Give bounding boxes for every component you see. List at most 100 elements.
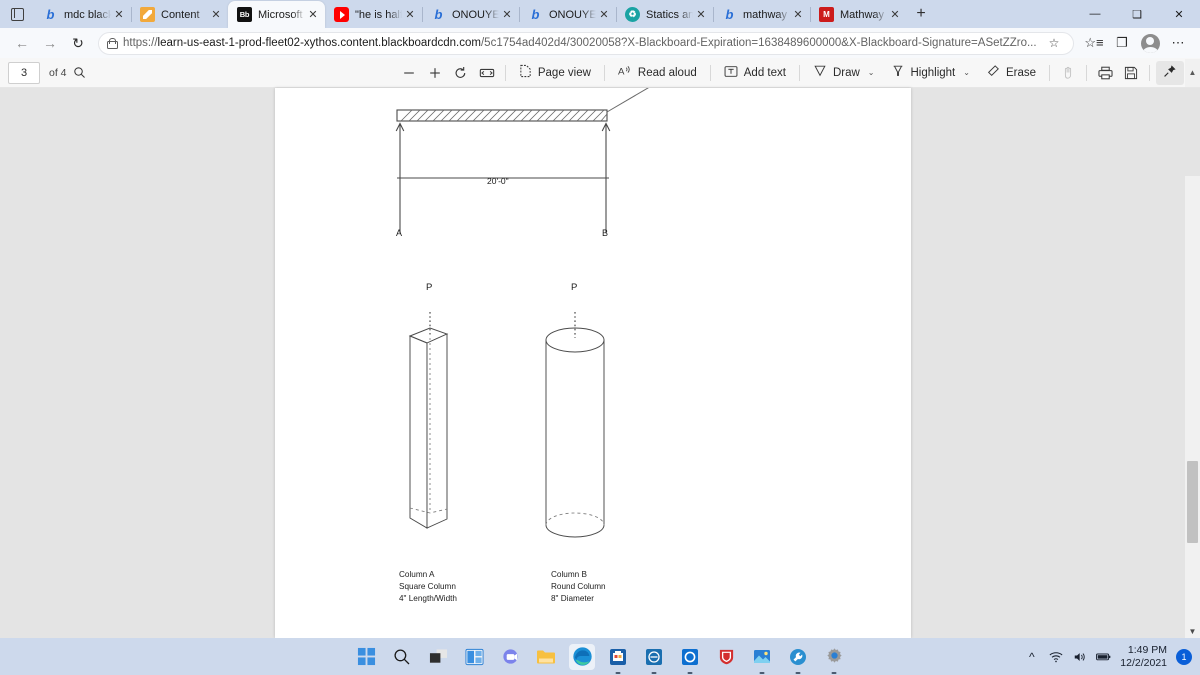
beam-dimension-label: 20'-0" (487, 176, 509, 186)
volume-icon[interactable] (1072, 649, 1087, 664)
search-taskbar-icon[interactable] (389, 644, 415, 670)
minimize-button[interactable]: — (1074, 0, 1116, 28)
browser-tab-4[interactable]: b ONOUYE, Barry ✕ (422, 1, 519, 28)
tab-close-icon[interactable]: ✕ (499, 7, 515, 23)
browser-tab-6[interactable]: ♻ Statics and Stre ✕ (616, 1, 713, 28)
browser-tab-7[interactable]: b mathway - Bing ✕ (713, 1, 810, 28)
blackboard-b-icon: b (531, 7, 540, 22)
task-view-icon[interactable] (425, 644, 451, 670)
notification-badge[interactable]: 1 (1176, 648, 1192, 665)
teams-chat-icon[interactable] (497, 644, 523, 670)
browser-tab-0[interactable]: b mdc blackboard ✕ (34, 1, 131, 28)
draw-button[interactable]: Draw ⌄ (806, 61, 882, 85)
erase-button[interactable]: Erase (979, 61, 1043, 85)
zoom-out-icon[interactable] (396, 61, 422, 85)
print-icon[interactable] (1092, 61, 1118, 85)
wifi-icon[interactable] (1048, 649, 1063, 664)
browser-tab-2-active[interactable]: Bb Microsoft Word ✕ (228, 1, 325, 28)
zoom-in-icon[interactable] (422, 61, 448, 85)
microsoft-store-icon[interactable] (605, 644, 631, 674)
column-b-load-label: P (571, 282, 577, 293)
add-text-label: Add text (743, 66, 786, 79)
chevron-down-icon[interactable]: ⌄ (963, 68, 970, 77)
browser-tab-8[interactable]: M Mathway | Alge ✕ (810, 1, 907, 28)
tab-title: mathway - Bing (743, 8, 790, 21)
page-count-label: of 4 (49, 66, 67, 79)
taskbar-apps (353, 643, 847, 674)
mcafee-icon[interactable] (713, 644, 739, 670)
tab-title: Content (161, 8, 200, 21)
show-hidden-icons-icon[interactable]: ^ (1024, 649, 1039, 664)
read-aloud-label: Read aloud (637, 66, 697, 79)
tab-close-icon[interactable]: ✕ (305, 7, 321, 23)
tab-close-icon[interactable]: ✕ (790, 7, 806, 23)
read-aloud-button[interactable]: A Read aloud (611, 61, 704, 85)
tab-title: mdc blackboard (64, 8, 111, 21)
tab-title: ONOUYE, Barry (549, 8, 596, 21)
rotate-icon[interactable] (448, 61, 474, 85)
search-icon[interactable] (67, 61, 93, 85)
tab-close-icon[interactable]: ✕ (693, 7, 709, 23)
tool-app-icon[interactable] (785, 644, 811, 674)
widgets-icon[interactable] (461, 644, 487, 670)
page-view-icon (519, 64, 532, 81)
more-options-icon[interactable]: ⋯ (1164, 30, 1192, 56)
collections-icon[interactable]: ☆≡ (1080, 30, 1108, 56)
column-a-caption: Column A Square Column 4" Length/Width (399, 570, 457, 603)
page-number-input[interactable]: 3 (8, 61, 40, 84)
tab-close-icon[interactable]: ✕ (887, 7, 903, 23)
add-text-button[interactable]: Add text (717, 61, 793, 85)
photos-icon[interactable] (749, 644, 775, 674)
close-window-button[interactable]: ✕ (1158, 0, 1200, 28)
support-b-label: B (602, 228, 608, 238)
back-button[interactable]: ← (8, 30, 36, 56)
profile-avatar-icon[interactable] (1136, 30, 1164, 56)
tab-close-icon[interactable]: ✕ (208, 7, 224, 23)
scroll-down-arrow[interactable]: ▼ (1185, 624, 1200, 638)
start-button[interactable] (353, 644, 379, 670)
hand-tool-icon[interactable] (1055, 61, 1081, 85)
scrollbar-thumb[interactable] (1187, 461, 1198, 543)
forward-button[interactable]: → (36, 30, 64, 56)
refresh-button[interactable]: ↻ (64, 30, 92, 56)
blackboard-b-icon: b (46, 7, 55, 22)
pin-toolbar-button[interactable] (1156, 60, 1184, 85)
tab-close-icon[interactable]: ✕ (402, 7, 418, 23)
maximize-button[interactable]: ❑ (1116, 0, 1158, 28)
fit-to-width-icon[interactable] (474, 61, 500, 85)
settings-gear-icon[interactable] (821, 644, 847, 674)
tab-close-icon[interactable]: ✕ (111, 7, 127, 23)
browser-tab-5[interactable]: b ONOUYE, Barry ✕ (519, 1, 616, 28)
clock-time: 1:49 PM (1127, 643, 1167, 656)
draw-pen-icon (813, 64, 827, 81)
blackboard-b-icon: b (434, 7, 443, 22)
browser-tab-3[interactable]: "he is half of my... ✕ (325, 1, 422, 28)
column-b-caption: Column B Round Column 8" Diameter (551, 570, 606, 603)
file-explorer-icon[interactable] (533, 644, 559, 670)
mathway-icon: M (819, 7, 834, 22)
extensions-icon[interactable]: ❐ (1108, 30, 1136, 56)
engineering-drawing: 20'-0" A B P P (395, 88, 649, 538)
add-text-icon (724, 65, 738, 81)
address-bar[interactable]: https://learn-us-east-1-prod-fleet02-xyt… (98, 31, 1074, 55)
save-icon[interactable] (1118, 61, 1144, 85)
microsoft-edge-icon[interactable] (569, 643, 595, 670)
taskbar-clock[interactable]: 1:49 PM 12/2/2021 (1120, 644, 1167, 670)
tab-search-button[interactable] (0, 0, 34, 28)
tab-close-icon[interactable]: ✕ (596, 7, 612, 23)
page-view-button[interactable]: Page view (512, 61, 598, 85)
highlight-button[interactable]: Highlight ⌄ (884, 61, 977, 85)
chevron-down-icon[interactable]: ⌄ (868, 68, 875, 77)
battery-icon[interactable] (1096, 649, 1111, 664)
app-icon-7[interactable] (641, 644, 667, 674)
add-favorite-icon[interactable]: ☆ (1043, 32, 1065, 54)
new-tab-button[interactable]: + (907, 0, 935, 28)
app-icon-8[interactable] (677, 644, 703, 674)
scroll-up-arrow[interactable]: ▲ (1185, 58, 1200, 87)
statics-icon: ♻ (625, 7, 640, 22)
browser-tab-1[interactable]: Content ✕ (131, 1, 228, 28)
blackboard-bb-icon: Bb (237, 7, 252, 22)
erase-label: Erase (1005, 66, 1036, 79)
content-pencil-icon (140, 7, 155, 22)
vertical-scrollbar[interactable] (1185, 176, 1200, 675)
